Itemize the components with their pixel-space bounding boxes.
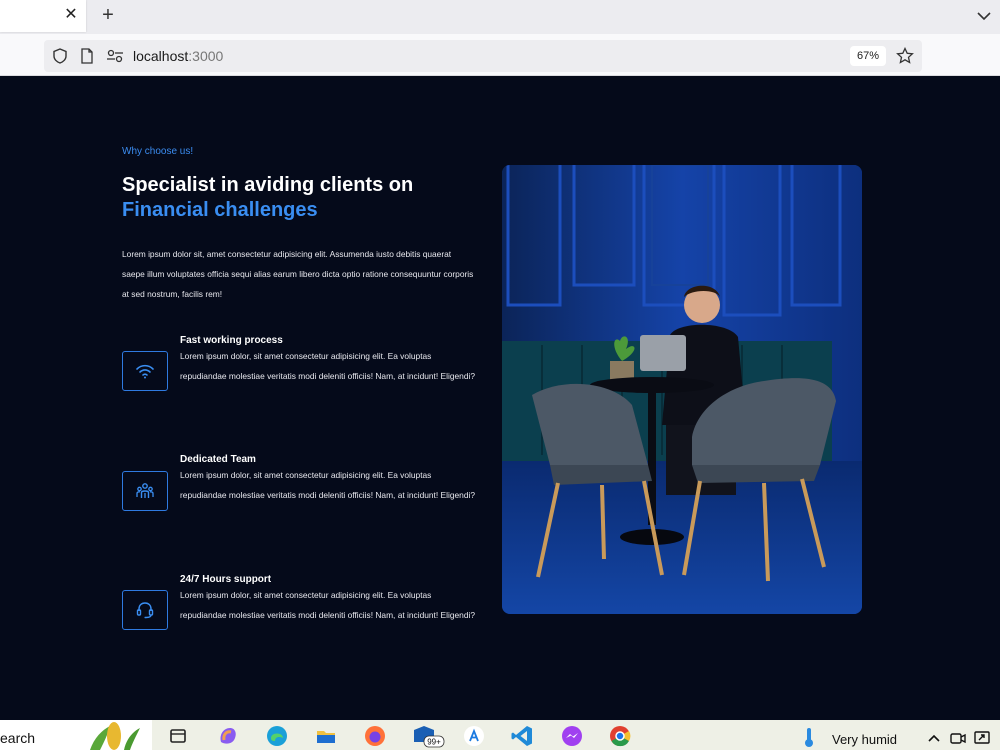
- feature-description: Lorem ipsum dolor, sit amet consectetur …: [180, 470, 475, 500]
- feature-icon-box: [122, 351, 168, 391]
- browser-tab[interactable]: ✕: [0, 0, 86, 32]
- firefox-icon[interactable]: [363, 724, 387, 748]
- feature-title: 24/7 Hours support: [180, 574, 272, 585]
- taskbar-search[interactable]: earch: [0, 720, 152, 750]
- heading-line-1: Specialist in aviding clients on: [122, 174, 414, 196]
- bookmark-star-icon[interactable]: [896, 47, 914, 65]
- heading-line-2: Financial challenges: [122, 199, 318, 221]
- task-view-icon[interactable]: [166, 724, 190, 748]
- feature-title: Dedicated Team: [180, 454, 256, 465]
- feature-item: Dedicated Team Lorem ipsum dolor, sit am…: [122, 454, 482, 564]
- man-with-laptop-illustration: [502, 165, 862, 614]
- screen-share-icon[interactable]: [974, 730, 990, 746]
- mail-icon[interactable]: 99+: [412, 724, 446, 748]
- feature-item: 24/7 Hours support Lorem ipsum dolor, si…: [122, 574, 482, 684]
- weather-icon[interactable]: [802, 726, 816, 748]
- app-store-icon[interactable]: [462, 724, 486, 748]
- headset-icon: [136, 602, 154, 619]
- zoom-level-button[interactable]: 67%: [850, 46, 886, 66]
- team-icon: [136, 483, 154, 498]
- messenger-icon[interactable]: [560, 724, 584, 748]
- feature-item: Fast working process Lorem ipsum dolor, …: [122, 335, 482, 445]
- page-content: Why choose us! Specialist in aviding cli…: [0, 77, 1000, 720]
- chevron-up-icon[interactable]: [926, 730, 942, 746]
- file-explorer-icon[interactable]: [314, 724, 338, 748]
- mail-badge: 99+: [427, 738, 441, 747]
- copilot-icon[interactable]: [216, 724, 240, 748]
- section-eyebrow: Why choose us!: [122, 146, 194, 157]
- taskbar-search-text: earch: [0, 730, 36, 746]
- new-tab-button[interactable]: +: [96, 4, 120, 28]
- permissions-icon[interactable]: [106, 48, 124, 64]
- feature-icon-box: [122, 590, 168, 630]
- navigation-bar: localhost:3000 67%: [0, 34, 1000, 76]
- address-bar[interactable]: localhost:3000 67%: [44, 40, 922, 72]
- page-icon[interactable]: [80, 48, 94, 64]
- feature-title: Fast working process: [180, 335, 283, 346]
- url-text[interactable]: localhost:3000: [133, 48, 223, 64]
- close-tab-icon[interactable]: ✕: [62, 6, 80, 24]
- url-host: localhost: [133, 48, 189, 64]
- feature-icon-box: [122, 471, 168, 511]
- url-port: :3000: [188, 48, 224, 64]
- chevron-down-icon[interactable]: [974, 6, 994, 26]
- edge-icon[interactable]: [265, 724, 289, 748]
- section-heading: Specialist in aviding clients on Financi…: [122, 173, 413, 223]
- shield-icon[interactable]: [52, 48, 68, 64]
- office-photo: [502, 165, 862, 614]
- vscode-icon[interactable]: [510, 724, 534, 748]
- taskbar: earch 99+ Very humid: [0, 720, 1000, 750]
- weather-text[interactable]: Very humid: [832, 732, 897, 747]
- tab-bar: ✕ +: [0, 0, 1000, 34]
- camera-icon[interactable]: [950, 730, 966, 746]
- chrome-icon[interactable]: [608, 724, 632, 748]
- feature-description: Lorem ipsum dolor, sit amet consectetur …: [180, 590, 475, 620]
- feature-description: Lorem ipsum dolor, sit amet consectetur …: [180, 351, 475, 381]
- wifi-icon: [136, 364, 154, 379]
- corn-icon: [90, 722, 140, 750]
- intro-paragraph: Lorem ipsum dolor sit, amet consectetur …: [122, 249, 474, 299]
